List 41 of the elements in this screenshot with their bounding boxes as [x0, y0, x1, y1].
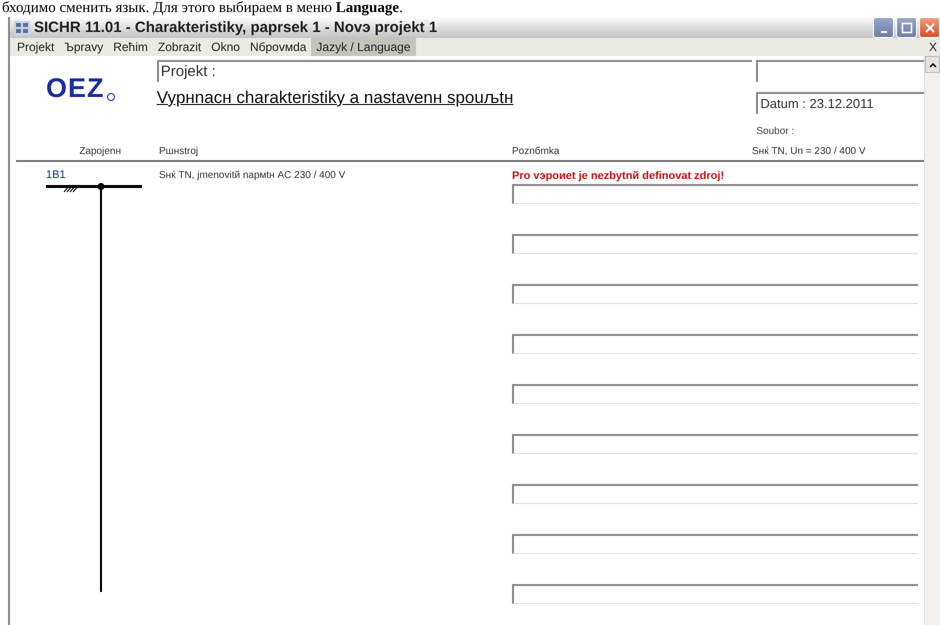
note-field[interactable] [512, 234, 918, 254]
window-title: SICHR 11.01 - Charakteristiky, paprsek 1 - Novэ projekt 1 [34, 19, 438, 36]
project-field[interactable]: Projekt : [156, 60, 752, 82]
note-field[interactable] [512, 184, 918, 204]
menu-item[interactable]: Zobrazit [152, 38, 206, 56]
warning-text: Pro vэpoиet je nezbytnй definovat zdroj! [512, 170, 724, 182]
menu-item[interactable]: Reћim [108, 38, 153, 56]
scrollbar[interactable] [924, 56, 940, 625]
caption-text: бходимо сменить язык. Для этого выбираем в меню Language. [1, 0, 404, 17]
app-icon [14, 20, 30, 34]
column-header: Poznбmka [512, 146, 560, 157]
menu-item[interactable]: Ъpravy [59, 38, 108, 56]
note-field[interactable] [512, 484, 918, 504]
note-field[interactable] [512, 534, 918, 554]
registered-icon [106, 93, 115, 101]
device-text: Sнќ TN, jmenovitй napмtн AC 230 / 400 V [159, 170, 346, 182]
menu-close-button[interactable]: X [928, 40, 940, 54]
project-title: Vypнnacн charakteristiky a nastavenн spouљtн [156, 88, 514, 108]
maximize-icon [900, 22, 912, 34]
menu-item[interactable]: Okno [206, 38, 245, 56]
column-header: Pшнstroj [159, 146, 200, 157]
note-field[interactable] [512, 434, 918, 454]
minimize-icon [880, 30, 886, 32]
menu-item[interactable]: Nбpovмda [244, 38, 312, 56]
note-field[interactable] [512, 284, 918, 304]
menu-item[interactable]: Projekt [12, 38, 60, 56]
column-header: Zapojenн [78, 146, 122, 157]
note-field[interactable] [512, 334, 918, 354]
close-icon [924, 22, 936, 34]
note-field[interactable] [512, 584, 918, 604]
maximize-button[interactable] [896, 17, 917, 38]
close-button[interactable] [919, 17, 940, 38]
designation-label: 1B1 [46, 169, 67, 181]
scroll-up-button[interactable] [925, 56, 940, 73]
menu-item[interactable]: Jazyk / Language [311, 38, 416, 56]
note-field[interactable] [512, 384, 918, 404]
logo: OEZ [16, 60, 157, 104]
file-value: Sнќ TN, Un = 230 / 400 V [752, 146, 867, 157]
caret-up-icon [928, 62, 936, 68]
file-label: Soubor : [756, 126, 796, 137]
minimize-button[interactable] [873, 17, 894, 38]
